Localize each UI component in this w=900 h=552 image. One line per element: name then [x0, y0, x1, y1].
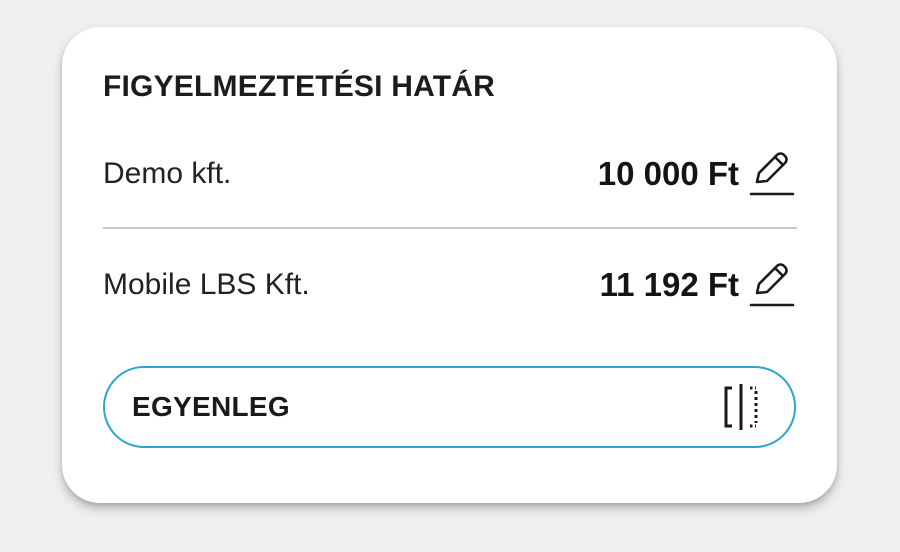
limit-value-group: 11 192 Ft [600, 259, 795, 311]
company-name: Demo kft. [103, 157, 232, 190]
card-title: FIGYELMEZTETÉSI HATÁR [103, 70, 495, 103]
balance-button[interactable]: EGYENLEG [103, 366, 796, 448]
edit-pencil-icon[interactable] [749, 148, 795, 200]
limit-amount: 10 000 Ft [597, 155, 739, 192]
company-name: Mobile LBS Kft. [103, 268, 310, 301]
balance-button-label: EGYENLEG [132, 391, 290, 422]
limit-amount: 11 192 Ft [599, 266, 739, 303]
edit-pencil-icon[interactable] [749, 259, 795, 311]
warning-limit-card: FIGYELMEZTETÉSI HATÁR Demo kft. 10 000 F… [62, 27, 837, 503]
limit-value-group: 10 000 Ft [598, 148, 795, 200]
limit-row-mobile-lbs: Mobile LBS Kft. 11 192 Ft [103, 255, 795, 315]
split-view-icon [720, 382, 764, 432]
row-divider [103, 227, 797, 229]
limit-row-demo: Demo kft. 10 000 Ft [103, 144, 795, 204]
